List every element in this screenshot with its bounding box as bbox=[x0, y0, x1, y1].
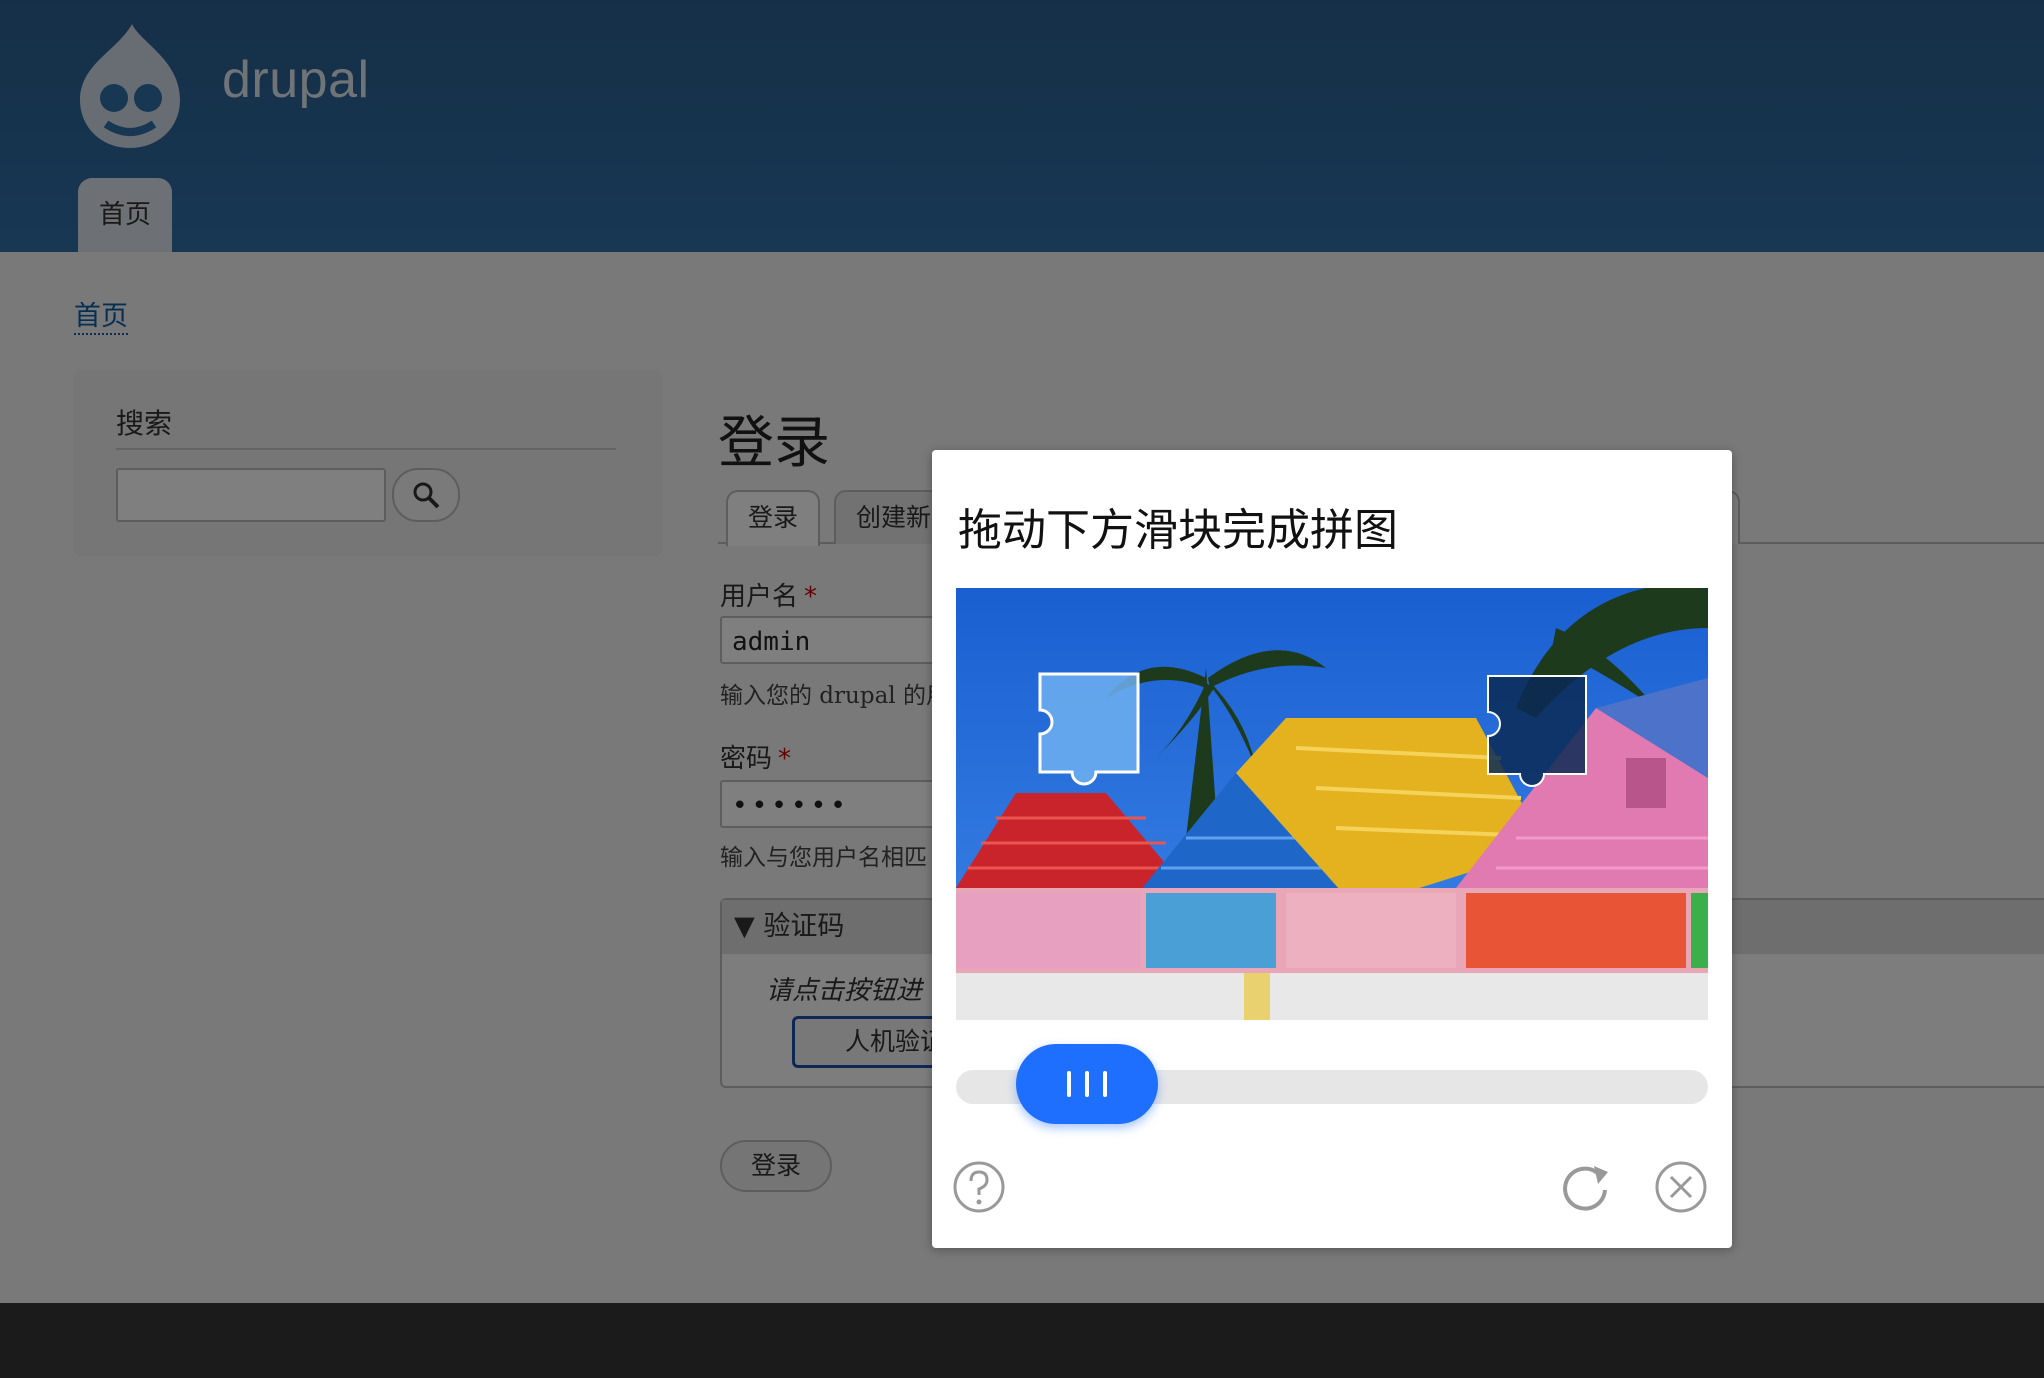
puzzle-slot bbox=[1487, 675, 1587, 787]
slider-handle[interactable] bbox=[1016, 1044, 1158, 1124]
footer bbox=[0, 1303, 2044, 1378]
close-icon[interactable] bbox=[1654, 1160, 1708, 1214]
grip-line bbox=[1103, 1071, 1107, 1097]
puzzle-image bbox=[956, 588, 1708, 1020]
grip-line bbox=[1067, 1071, 1071, 1097]
modal-title: 拖动下方滑块完成拼图 bbox=[958, 505, 1398, 556]
refresh-icon[interactable] bbox=[1558, 1160, 1612, 1214]
slider-captcha-modal: 拖动下方滑块完成拼图 bbox=[932, 450, 1732, 1248]
grip-line bbox=[1085, 1071, 1089, 1097]
puzzle-piece[interactable] bbox=[1038, 672, 1140, 786]
help-icon[interactable] bbox=[952, 1160, 1006, 1214]
